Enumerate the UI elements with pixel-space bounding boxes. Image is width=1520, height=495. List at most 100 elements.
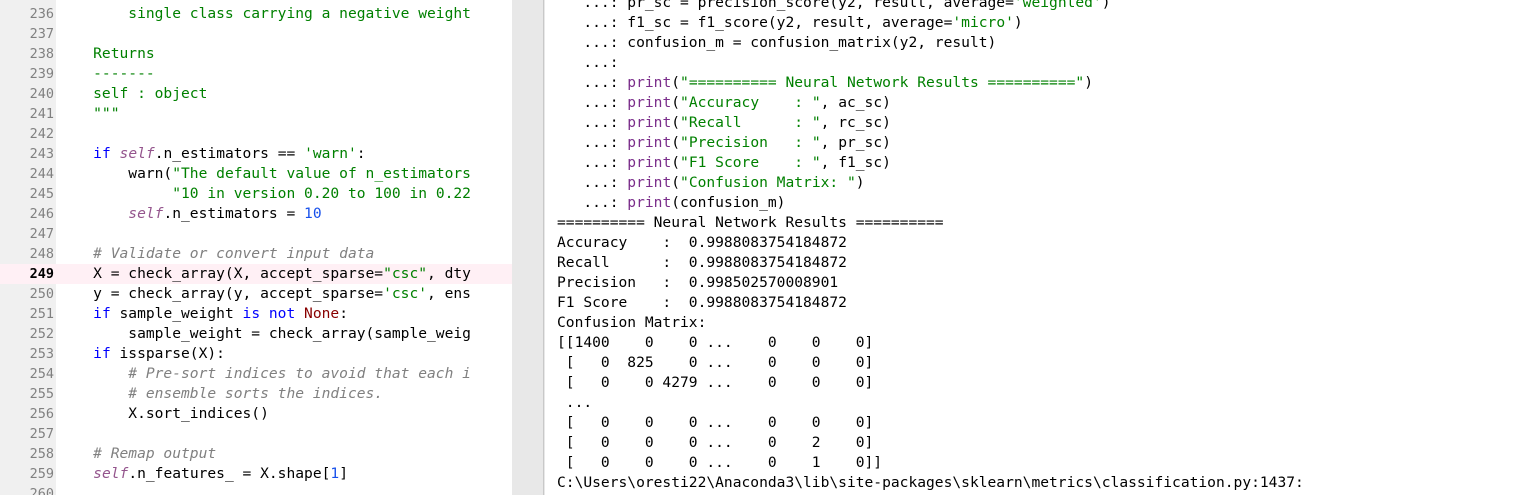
code-line[interactable]: 237 [0,24,512,44]
code-token: None [304,305,340,322]
console-token: ...: [557,114,628,131]
code-line[interactable]: 236 single class carrying a negative wei… [0,4,512,24]
code-token: 1 [330,465,340,482]
console-line: ...: pr_sc = precision_score(y2, result,… [557,0,1111,13]
code-token: Returns [58,45,155,62]
console-line: ...: print("Accuracy : ", ac_sc) [557,93,891,113]
code-token: # Validate or convert input data [58,245,375,262]
line-number: 237 [29,26,54,42]
code-line[interactable]: 248 # Validate or convert input data [0,244,512,264]
console-line: [ 0 0 4279 ... 0 0 0] [557,373,874,393]
code-line[interactable]: 257 [0,424,512,444]
code-line[interactable]: 260 [0,484,512,495]
line-number: 260 [29,486,54,495]
code-line[interactable]: 254 # Pre-sort indices to avoid that eac… [0,364,512,384]
code-text: # ensemble sorts the indices. [58,384,383,404]
line-number: 258 [29,446,54,462]
console-token: ...: [557,94,628,111]
code-line[interactable]: 239 ------- [0,64,512,84]
console-line: ...: f1_sc = f1_score(y2, result, averag… [557,13,1022,33]
code-line[interactable]: 259 self.n_features_ = X.shape[1] [0,464,512,484]
console-line: F1 Score : 0.9988083754184872 [557,293,847,313]
code-editor[interactable]: 236 single class carrying a negative wei… [0,0,512,495]
code-line[interactable]: 258 # Remap output [0,444,512,464]
console-token: ( [671,154,681,171]
code-token: self : object [58,85,208,102]
code-line[interactable]: 242 [0,124,512,144]
console-token: [ 0 0 0 ... 0 2 0] [557,434,874,451]
console-token: [[1400 0 0 ... 0 0 0] [557,334,874,351]
code-token: single class carrying a negative weight [58,5,471,22]
code-token: y = check_array(y, accept_sparse= [58,285,384,302]
console-token: ...: pr_sc = precision_score(y2, result,… [557,0,1014,11]
console-line: ...: confusion_m = confusion_matrix(y2, … [557,33,996,53]
console-token: , pr_sc) [820,134,891,151]
console-token: F1 Score : 0.9988083754184872 [557,294,847,311]
code-line[interactable]: 247 [0,224,512,244]
console-token: ) [855,174,865,191]
code-text: if sample_weight is not None: [58,304,348,324]
code-line[interactable]: 253 if issparse(X): [0,344,512,364]
code-token: if [93,345,111,362]
code-token: ] [339,465,348,482]
code-line[interactable]: 243 if self.n_estimators == 'warn': [0,144,512,164]
console-token: , ac_sc) [820,94,891,111]
code-token: self [93,465,129,482]
console-token: ( [671,94,681,111]
console-token: "========== Neural Network Results =====… [680,74,1085,91]
console-line: [ 0 0 0 ... 0 2 0] [557,433,874,453]
code-token: # Pre-sort indices to avoid that each i [58,365,471,382]
code-line[interactable]: 246 self.n_estimators = 10 [0,204,512,224]
code-text: sample_weight = check_array(sample_weig [58,324,471,344]
code-line[interactable]: 244 warn("The default value of n_estimat… [0,164,512,184]
console-token: print [627,174,672,191]
code-line[interactable]: 255 # ensemble sorts the indices. [0,384,512,404]
console-token: [ 0 825 0 ... 0 0 0] [557,354,874,371]
code-token: if [93,305,111,322]
console-token: ...: [557,194,628,211]
line-number: 245 [29,186,54,202]
console-token: ...: [557,134,628,151]
pane-splitter[interactable] [512,0,545,495]
code-line[interactable]: 252 sample_weight = check_array(sample_w… [0,324,512,344]
console-line: [ 0 0 0 ... 0 0 0] [557,413,874,433]
code-token: , dty [427,265,471,282]
line-number: 257 [29,426,54,442]
console-line: ========== Neural Network Results ======… [557,213,944,233]
code-line[interactable]: 256 X.sort_indices() [0,404,512,424]
code-text: warn("The default value of n_estimators [58,164,471,184]
console-token: Recall : 0.9988083754184872 [557,254,847,271]
console-token: [ 0 0 0 ... 0 1 0]] [557,454,883,471]
code-line[interactable]: 245 "10 in version 0.20 to 100 in 0.22 [0,184,512,204]
code-token: X = check_array(X, accept_sparse= [58,265,384,282]
code-line[interactable]: 249 X = check_array(X, accept_sparse="cs… [0,264,512,284]
code-text: if self.n_estimators == 'warn': [58,144,365,164]
code-text: ------- [58,64,155,84]
code-line[interactable]: 240 self : object [0,84,512,104]
code-token: "10 in version 0.20 to 100 in 0.22 [172,185,471,202]
console-token: ...: [557,174,628,191]
code-token: 'warn' [304,145,357,162]
code-line[interactable]: 241 """ [0,104,512,124]
console-token: ) [1101,0,1111,11]
code-line[interactable]: 238 Returns [0,44,512,64]
console-token: "F1 Score : " [680,154,821,171]
code-line[interactable]: 251 if sample_weight is not None: [0,304,512,324]
code-text: Returns [58,44,155,64]
line-number: 253 [29,346,54,362]
console-line: ...: print("F1 Score : ", f1_sc) [557,153,891,173]
code-text: self.n_features_ = X.shape[1] [58,464,348,484]
code-token: # ensemble sorts the indices. [58,385,384,402]
code-token: "The default value of n_estimators [172,165,471,182]
code-token: is not [242,305,296,322]
code-line[interactable]: 250 y = check_array(y, accept_sparse='cs… [0,284,512,304]
ipython-console[interactable]: ...: pr_sc = precision_score(y2, result,… [545,0,1520,495]
code-token: self [128,205,164,222]
console-line: ...: print(confusion_m) [557,193,785,213]
console-line: Accuracy : 0.9988083754184872 [557,233,847,253]
code-token: self [119,145,155,162]
code-text: # Validate or convert input data [58,244,374,264]
